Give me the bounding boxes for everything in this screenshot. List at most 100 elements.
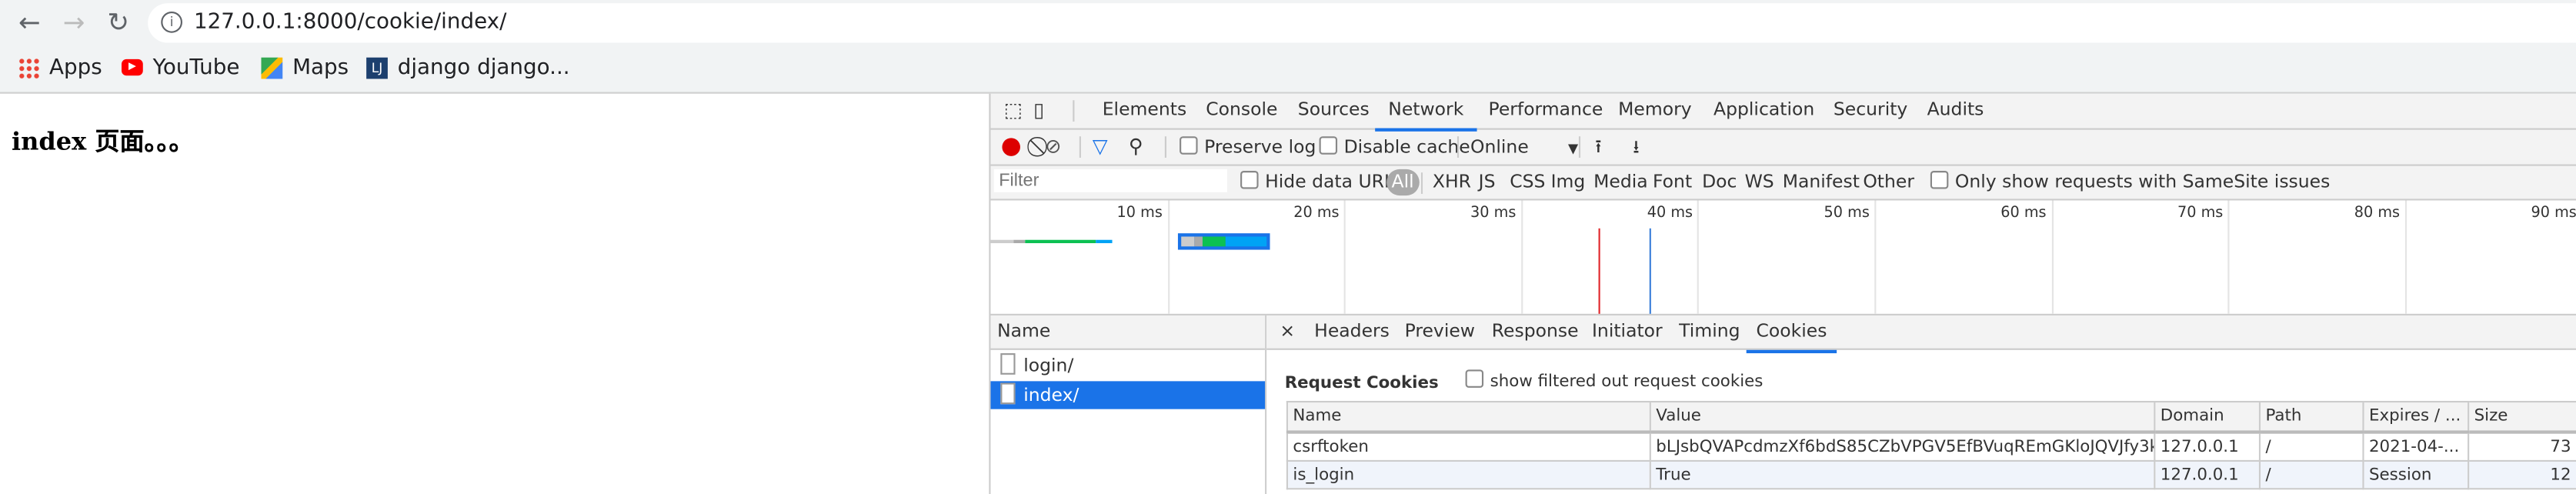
type-filter-other[interactable]: Other [1863, 166, 1914, 199]
show-filtered-checkbox[interactable]: show filtered out request cookies [1465, 369, 1763, 392]
type-filter-doc[interactable]: Doc [1702, 166, 1737, 199]
inspect-element-icon[interactable]: ⬚ [1004, 94, 1023, 129]
throttling-select[interactable]: Online ▼ [1470, 130, 1578, 165]
bookmark-youtube[interactable]: ▶ YouTube [122, 51, 239, 84]
request-row-index[interactable]: index/ [990, 381, 1266, 409]
bookmark-apps[interactable]: Apps [18, 51, 102, 84]
timeline-gridline [1167, 200, 1170, 314]
bookmark-label: Apps [49, 55, 102, 80]
index-bar-queue [1181, 236, 1195, 247]
tab-preview[interactable]: Preview [1405, 315, 1475, 350]
forward-button[interactable]: → [58, 7, 91, 40]
samesite-checkbox[interactable]: Only show requests with SameSite issues [1930, 166, 2330, 199]
cookie-cell: 2021-04-... [2362, 431, 2470, 462]
tab-cookies[interactable]: Cookies [1746, 315, 1837, 354]
timeline-tick-label: 20 ms [1293, 205, 1340, 222]
column-header[interactable]: Expires / ... [2362, 401, 2470, 434]
type-filter-all[interactable]: All [1386, 169, 1420, 196]
tab-audits[interactable]: Audits [1927, 94, 1984, 129]
type-filter-ws[interactable]: WS [1745, 166, 1774, 199]
column-header[interactable]: Value [1649, 401, 2156, 434]
timeline-gridline [2050, 200, 2054, 314]
type-filter-css[interactable]: CSS [1510, 166, 1545, 199]
timeline-tick-label: 50 ms [1824, 205, 1870, 222]
preserve-log-checkbox[interactable]: Preserve log [1180, 130, 1316, 165]
timeline-tick-label: 40 ms [1647, 205, 1693, 222]
tab-headers[interactable]: Headers [1314, 315, 1390, 350]
lj-icon: LJ [366, 56, 388, 78]
bookmark-label: django django... [397, 55, 570, 80]
name-column-header[interactable]: Name [990, 315, 1266, 350]
type-filter-js[interactable]: JS [1479, 166, 1496, 199]
tab-console[interactable]: Console [1206, 94, 1277, 129]
detail-tabbar: × Headers Preview Response Initiator Tim… [1266, 315, 2576, 354]
hide-data-urls-checkbox[interactable]: Hide data URLs [1240, 166, 1403, 199]
reload-button[interactable]: ↻ [102, 7, 135, 40]
timeline-gridline [1697, 200, 1700, 314]
column-header[interactable]: Domain [2154, 401, 2261, 434]
import-har-icon[interactable]: ⭱ [1595, 130, 1601, 165]
cookie-row[interactable]: is_login True 127.0.0.1/Session 12 [1286, 459, 2576, 490]
tab-sources[interactable]: Sources [1298, 94, 1370, 129]
tab-performance[interactable]: Performance [1488, 94, 1603, 129]
request-cookies-title: Request Cookies [1284, 374, 1439, 393]
cookie-cell: Session [2362, 459, 2470, 490]
timeline-gridline [1343, 200, 1346, 314]
timeline-tick-label: 80 ms [2354, 205, 2401, 222]
bookmark-django[interactable]: LJ django django... [366, 51, 570, 84]
column-header[interactable]: Size [2468, 401, 2576, 434]
column-header[interactable]: Path [2258, 401, 2364, 434]
bookmark-label: YouTube [152, 55, 240, 80]
cookie-cell: 127.0.0.1 [2154, 431, 2261, 462]
disable-cache-checkbox[interactable]: Disable cache [1319, 130, 1470, 165]
load-event-marker [1650, 228, 1652, 314]
hide-data-urls-label: Hide data URLs [1265, 171, 1404, 192]
cookie-cell: / [2258, 459, 2364, 490]
network-overview-timeline[interactable]: 10 ms 20 ms 30 ms 40 ms 50 ms 60 ms 70 ms 80 ms… [990, 200, 2576, 318]
timeline-tick-label: 70 ms [2177, 205, 2224, 222]
filter-input[interactable] [993, 169, 1227, 192]
type-filter-manifest[interactable]: Manifest [1783, 166, 1860, 199]
request-list: Name login/ index/ [990, 315, 1267, 494]
filter-icon[interactable]: ▽ [1093, 130, 1108, 165]
filter-bar: Hide data URLs All XHR JS CSS Img Media … [990, 166, 2576, 201]
tab-network[interactable]: Network [1375, 94, 1477, 132]
type-filter-img[interactable]: Img [1551, 166, 1586, 199]
bookmark-maps[interactable]: Maps [261, 51, 349, 84]
cookie-cell: 127.0.0.1 [2154, 459, 2261, 490]
type-filter-xhr[interactable]: XHR [1433, 166, 1471, 199]
cookie-cell: 73 [2468, 431, 2576, 462]
address-bar[interactable]: i 127.0.0.1:8000/cookie/index/ [148, 3, 2576, 43]
tab-timing[interactable]: Timing [1679, 315, 1740, 350]
index-bar-download [1225, 236, 1267, 247]
chevron-down-icon: ▼ [1568, 141, 1579, 156]
cookie-cell: bLJsbQVAPcdmzXf6bdS85CZbVPGV5EfBVuqREmGK… [1649, 431, 2156, 462]
search-icon[interactable]: ⚲ [1129, 130, 1143, 165]
type-filter-font[interactable]: Font [1653, 166, 1692, 199]
type-filter-media[interactable]: Media [1593, 166, 1648, 199]
tab-elements[interactable]: Elements [1103, 94, 1186, 129]
device-toolbar-icon[interactable]: ▯ [1033, 94, 1044, 129]
tab-memory[interactable]: Memory [1618, 94, 1692, 129]
network-toolbar: ⃠ ⊘ ▽ ⚲ Preserve log Disable cache Onlin… [990, 130, 2576, 166]
tab-security[interactable]: Security [1834, 94, 1907, 129]
timeline-gridline [1874, 200, 1877, 314]
request-row-login[interactable]: login/ [991, 352, 1266, 379]
tab-initiator[interactable]: Initiator [1592, 315, 1663, 350]
request-name: login/ [1023, 355, 1074, 376]
info-icon[interactable]: i [161, 11, 183, 33]
throttling-value: Online [1470, 136, 1529, 158]
timeline-tick-label: 90 ms [2531, 205, 2576, 222]
cookie-cell: csrftoken [1286, 431, 1651, 462]
timeline-gridline [1520, 200, 1523, 314]
close-icon[interactable]: × [1280, 315, 1295, 350]
column-header[interactable]: Name [1286, 401, 1651, 434]
login-bar-queue [990, 239, 1014, 244]
show-filtered-label: show filtered out request cookies [1490, 372, 1763, 392]
record-icon[interactable] [1002, 138, 1020, 156]
cookie-row[interactable]: csrftoken bLJsbQVAPcdmzXf6bdS85CZbVPGV5Ef… [1286, 431, 2576, 462]
export-har-icon[interactable]: ⭳ [1633, 130, 1639, 165]
tab-response[interactable]: Response [1492, 315, 1579, 350]
tab-application[interactable]: Application [1713, 94, 1814, 129]
back-button[interactable]: ← [13, 7, 46, 40]
